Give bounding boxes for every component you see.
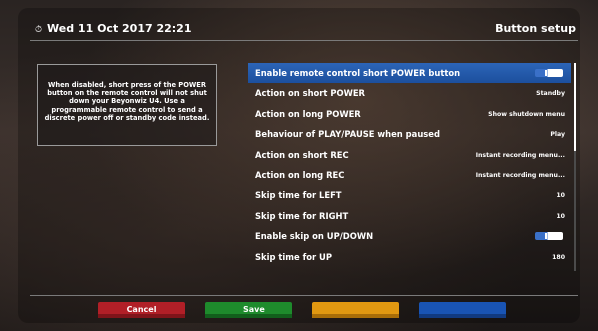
menu-item-label: Behaviour of PLAY/PAUSE when paused [255, 129, 440, 140]
menu-item-label: Action on short REC [255, 149, 349, 160]
menu-item-label: Enable skip on UP/DOWN [255, 231, 374, 242]
menu-item-value: Play [550, 131, 565, 139]
menu-item-short-rec[interactable]: Action on short REC Instant recording me… [248, 145, 571, 165]
toggle-knob [545, 233, 547, 240]
button-shade [205, 314, 292, 318]
menu-item-long-rec[interactable]: Action on long REC Instant recording men… [248, 165, 571, 185]
header-divider [30, 40, 578, 41]
settings-menu: Enable remote control short POWER button… [248, 63, 571, 267]
menu-item-long-power[interactable]: Action on long POWER Show shutdown menu [248, 104, 571, 124]
menu-item-value: Show shutdown menu [488, 110, 565, 118]
menu-item-enable-skip-updown[interactable]: Enable skip on UP/DOWN [248, 226, 571, 246]
tv-screen: ⏱ Wed 11 Oct 2017 22:21 Button setup When… [0, 0, 598, 331]
save-button-label: Save [243, 305, 265, 314]
button-shade [419, 314, 506, 318]
menu-item-label: Skip time for RIGHT [255, 210, 349, 221]
menu-item-skip-right[interactable]: Skip time for RIGHT 10 [248, 206, 571, 226]
cancel-button[interactable]: Cancel [98, 302, 185, 318]
menu-item-value: Standby [536, 90, 565, 98]
menu-item-value: 180 [552, 253, 565, 261]
yellow-button[interactable] [312, 302, 399, 318]
menu-item-skip-up[interactable]: Skip time for UP 180 [248, 247, 571, 267]
toggle-knob [545, 70, 547, 76]
menu-item-play-pause[interactable]: Behaviour of PLAY/PAUSE when paused Play [248, 124, 571, 144]
menu-item-value: 10 [556, 212, 565, 220]
footer-divider [30, 295, 578, 296]
button-shade [312, 314, 399, 318]
blue-button[interactable] [419, 302, 506, 318]
menu-item-value: Instant recording menu... [475, 171, 565, 179]
menu-item-label: Enable remote control short POWER button [255, 68, 461, 78]
menu-item-skip-left[interactable]: Skip time for LEFT 10 [248, 185, 571, 205]
toggle-switch[interactable] [535, 232, 563, 241]
menu-item-label: Skip time for LEFT [255, 190, 342, 201]
menu-item-short-power[interactable]: Action on short POWER Standby [248, 83, 571, 103]
scrollbar-thumb[interactable] [574, 63, 576, 151]
menu-item-value: 10 [556, 192, 565, 200]
button-shade [98, 314, 185, 318]
header-datetime: ⏱ Wed 11 Oct 2017 22:21 [35, 22, 192, 35]
menu-item-label: Action on long REC [255, 169, 345, 180]
menu-item-enable-short-power[interactable]: Enable remote control short POWER button [248, 63, 571, 84]
menu-item-value: Instant recording menu... [475, 151, 565, 159]
help-box: When disabled, short press of the POWER … [37, 64, 217, 146]
save-button[interactable]: Save [205, 302, 292, 318]
datetime-text: Wed 11 Oct 2017 22:21 [47, 22, 192, 35]
menu-item-label: Skip time for UP [255, 251, 332, 262]
menu-item-label: Action on short POWER [255, 88, 365, 99]
toggle-switch[interactable] [535, 69, 563, 77]
clock-icon: ⏱ [35, 25, 43, 35]
cancel-button-label: Cancel [126, 305, 157, 314]
menu-item-label: Action on long POWER [255, 108, 361, 119]
help-text: When disabled, short press of the POWER … [44, 81, 210, 122]
page-title: Button setup [495, 22, 576, 35]
